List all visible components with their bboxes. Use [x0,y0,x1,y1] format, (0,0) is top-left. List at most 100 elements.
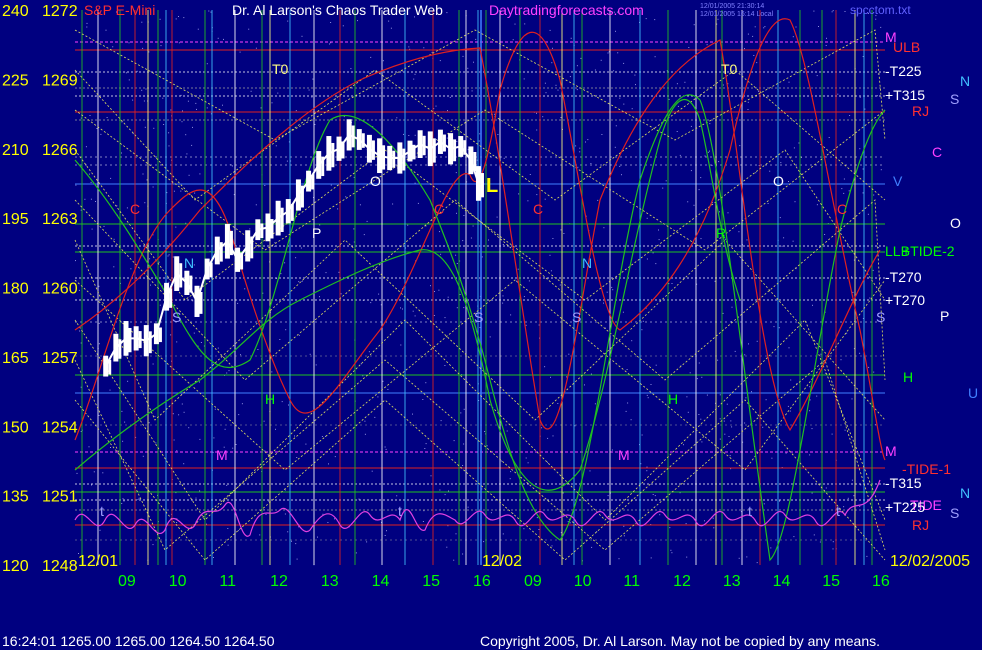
star-dot [635,84,636,86]
star-dot [301,281,303,282]
star-dot [311,96,313,98]
star-dot [141,89,143,91]
star-dot [555,84,557,86]
star-dot [668,98,670,100]
star-dot [843,192,845,194]
star-dot [809,410,811,412]
star-dot [744,48,745,50]
star-dot [851,276,852,278]
star-dot [728,436,730,437]
star-dot [258,246,260,248]
star-dot [467,506,469,508]
star-dot [364,420,366,422]
star-dot [217,347,219,349]
star-dot [89,115,91,116]
star-dot [840,359,842,361]
star-dot [494,113,496,115]
day2-date-label: 12/02 [482,553,522,570]
star-dot [255,204,257,206]
star-dot [90,198,92,200]
axis-price-label: 1254 [42,419,78,436]
hour-tick-label: 10 [574,573,592,590]
star-dot [767,203,769,204]
star-dot [446,137,448,139]
star-dot [300,247,302,249]
star-dot [317,536,318,538]
star-dot [566,376,568,378]
star-dot [431,51,433,53]
star-dot [793,147,795,149]
star-dot [686,396,688,398]
star-dot [755,172,757,174]
star-dot [142,47,144,49]
star-dot [152,544,154,546]
star-dot [576,65,578,67]
hour-tick-label: 16 [872,573,890,590]
star-dot [790,379,792,381]
star-dot [607,52,609,54]
star-dot [384,535,386,536]
star-dot [862,168,864,170]
star-dot [654,495,656,497]
star-dot [279,339,281,340]
star-dot [746,556,748,558]
star-dot [868,366,870,368]
star-dot [392,203,394,205]
star-dot [197,28,199,30]
star-dot [618,558,620,560]
star-dot [623,103,625,105]
star-dot [811,428,813,430]
star-dot [334,518,335,520]
hour-tick-label: 10 [169,573,187,590]
star-dot [569,76,571,78]
star-dot [382,380,384,382]
axis-degree-label: 165 [2,350,29,367]
star-dot [617,52,619,54]
star-dot [213,437,215,439]
star-dot [93,471,95,473]
star-dot [312,78,314,80]
star-dot [795,26,797,28]
star-dot [538,324,540,326]
star-dot [178,414,180,416]
right-level-label: +TIDE-2 [902,243,955,259]
star-dot [717,18,719,20]
star-dot [287,531,289,533]
star-dot [869,297,871,299]
right-level-label: +T270 [885,292,925,308]
chart-annotation-label: R [716,225,726,241]
star-dot [453,559,455,561]
star-dot [684,81,686,83]
star-dot [816,204,818,206]
star-dot [859,148,861,150]
star-dot [523,296,525,298]
hour-tick-label: 15 [822,573,840,590]
star-dot [439,489,441,491]
star-dot [158,261,160,263]
star-dot [343,116,345,118]
star-dot [579,147,581,149]
star-dot [153,127,155,129]
star-dot [876,95,878,97]
star-dot [560,117,562,118]
right-level-label: P [940,308,949,324]
star-dot [402,308,403,310]
star-dot [110,447,111,448]
star-dot [603,227,605,229]
star-dot [176,341,178,343]
star-dot [368,351,370,353]
star-dot [176,450,178,452]
star-dot [844,11,846,12]
star-dot [146,179,148,181]
star-dot [700,418,702,420]
star-dot [484,431,486,432]
star-dot [439,231,440,233]
star-dot [436,139,437,141]
star-dot [170,334,172,336]
star-dot [173,439,175,441]
star-dot [470,237,472,239]
star-dot [824,372,826,374]
star-dot [422,521,424,522]
hour-tick-label: 12 [270,573,288,590]
right-level-label: +T225 [885,499,925,515]
